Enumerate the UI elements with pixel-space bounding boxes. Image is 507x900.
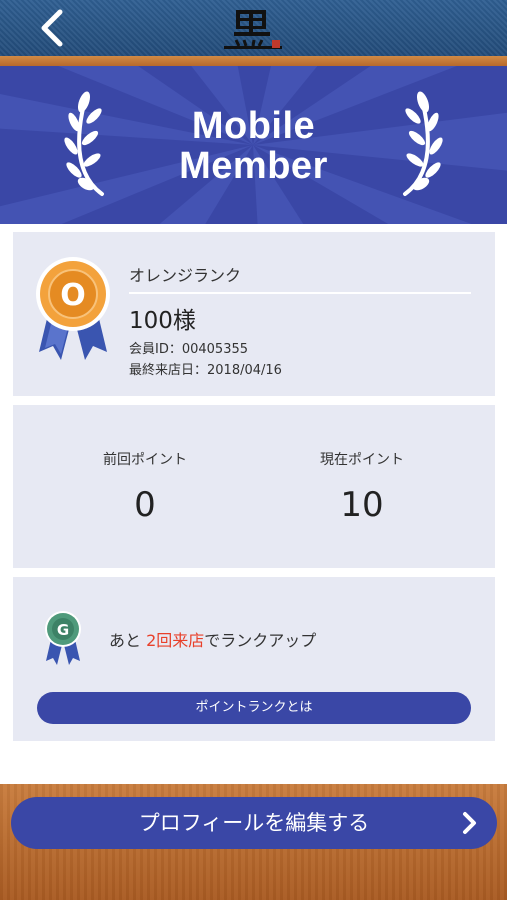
member-id: 会員ID：00405355	[129, 342, 249, 357]
app-header	[0, 0, 507, 56]
brand-logo	[222, 4, 288, 52]
rank-up-prefix: あと	[109, 631, 147, 650]
rank-divider	[129, 292, 471, 294]
last-visit-date: 最終来店日：2018/04/16	[129, 363, 282, 378]
previous-points-value: 0	[134, 485, 156, 525]
chevron-left-icon	[41, 9, 63, 47]
rank-up-card: G あと 2回来店でランクアップ ポイントランクとは	[13, 577, 495, 741]
current-points-label: 現在ポイント	[320, 452, 404, 468]
current-points-value: 10	[340, 485, 384, 525]
point-rank-info-button[interactable]: ポイントランクとは	[37, 692, 471, 724]
member-info-card: O オレンジランク 100様 会員ID：00405355 最終来店日：2018/…	[13, 232, 495, 396]
points-card: 前回ポイント 0 現在ポイント 10	[13, 405, 495, 568]
edit-profile-button[interactable]: プロフィールを編集する	[11, 797, 497, 849]
member-banner: Mobile Member	[0, 66, 507, 224]
edit-profile-label: プロフィールを編集する	[138, 811, 370, 835]
previous-points-label: 前回ポイント	[103, 452, 187, 468]
rank-up-message: あと 2回来店でランクアップ	[109, 627, 316, 651]
chevron-right-icon	[463, 812, 476, 834]
rank-up-visits-highlight: 2回来店	[146, 631, 205, 650]
member-name: 100様	[129, 308, 196, 334]
rank-up-suffix: でランクアップ	[204, 631, 317, 650]
gold-rank-medal-icon: G	[45, 611, 81, 665]
orange-rank-medal-icon: O	[36, 257, 110, 360]
rank-name: オレンジランク	[129, 266, 242, 285]
laurel-right-icon	[403, 91, 443, 196]
wood-divider	[0, 56, 507, 66]
back-button[interactable]	[34, 8, 74, 48]
medal-letter: O	[60, 278, 86, 313]
next-medal-letter: G	[57, 621, 69, 639]
